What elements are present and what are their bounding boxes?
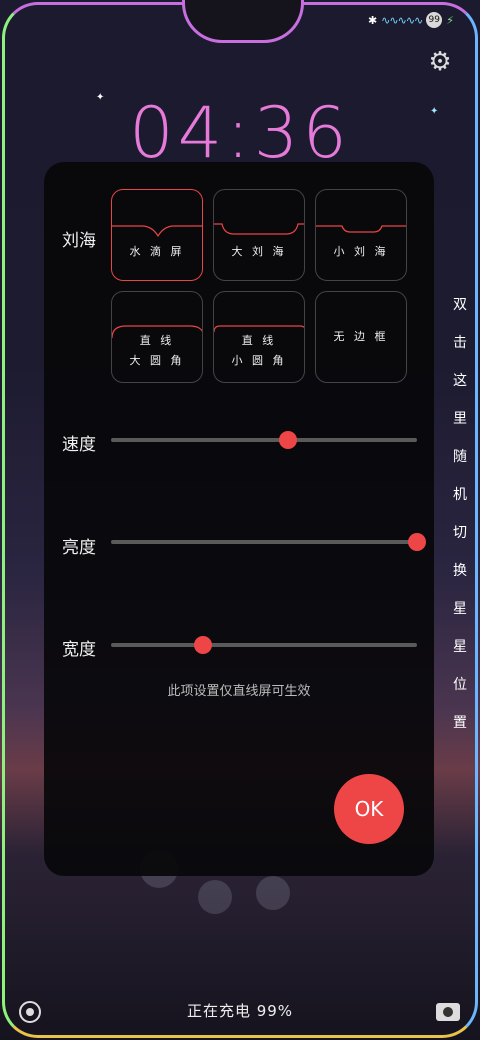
option-label-group: 直 线 小 圆 角 [232, 331, 287, 371]
battery-badge: 99 [426, 12, 443, 28]
hint-char: 位 [453, 677, 467, 693]
width-slider-knob[interactable] [193, 636, 212, 654]
small-notch-shape-icon [316, 225, 406, 233]
random-star-hint[interactable]: 双 击 这 里 随 机 切 换 星 星 位 置 [440, 296, 480, 732]
hint-char: 机 [453, 487, 467, 503]
bokeh-dot [256, 876, 290, 910]
option-straight-small-corner[interactable]: 直 线 小 圆 角 [213, 291, 305, 383]
camera-icon[interactable] [436, 1003, 460, 1021]
option-label: 无 边 框 [333, 330, 389, 343]
option-borderless[interactable]: 无 边 框 [315, 291, 407, 383]
hint-char: 置 [453, 715, 467, 731]
charging-bolt-icon: ⚡ [446, 13, 454, 27]
waterdrop-shape-icon [112, 225, 202, 238]
charging-status: 正在充电 99% [186, 1002, 294, 1020]
option-label: 水 滴 屏 [129, 245, 185, 258]
option-large-notch[interactable]: 大 刘 海 [213, 189, 305, 281]
option-waterdrop[interactable]: 水 滴 屏 [111, 189, 203, 281]
hint-char: 里 [453, 411, 467, 427]
bokeh-dot [198, 880, 232, 914]
width-hint-text: 此项设置仅直线屏可生效 [167, 684, 311, 699]
hint-char: 这 [453, 373, 467, 389]
option-label: 小 刘 海 [333, 245, 389, 258]
large-notch-shape-icon [214, 223, 304, 235]
brightness-label: 亮度 [62, 538, 96, 558]
notch-label: 刘海 [62, 231, 96, 251]
settings-panel: 刘海 水 滴 屏 大 刘 海 小 刘 海 直 线 大 圆 角 直 线 小 圆 角… [44, 162, 434, 876]
brightness-slider[interactable] [111, 533, 426, 551]
option-straight-large-corner[interactable]: 直 线 大 圆 角 [111, 291, 203, 383]
speed-slider-knob[interactable] [279, 431, 298, 449]
hint-char: 星 [453, 601, 467, 617]
speed-slider[interactable] [111, 431, 417, 449]
width-label: 宽度 [62, 640, 96, 660]
hint-char: 双 [453, 297, 467, 313]
option-small-notch[interactable]: 小 刘 海 [315, 189, 407, 281]
hint-char: 换 [453, 563, 467, 579]
hint-char: 星 [453, 639, 467, 655]
bluetooth-icon: ✱ [367, 13, 378, 27]
width-slider[interactable] [111, 636, 417, 654]
gear-icon[interactable]: ⚙ [426, 48, 454, 76]
speed-label: 速度 [62, 435, 96, 455]
option-label: 大 圆 角 [129, 354, 185, 367]
ok-button[interactable]: OK [334, 774, 404, 844]
option-label: 小 圆 角 [231, 354, 287, 367]
hint-char: 随 [453, 449, 467, 465]
option-label: 大 刘 海 [231, 245, 287, 258]
network-wave: ∿∿∿∿∿ [381, 13, 423, 27]
option-label-group: 直 线 大 圆 角 [130, 331, 185, 371]
hint-char: 切 [453, 525, 467, 541]
option-label: 直 线 [241, 334, 277, 347]
option-label: 直 线 [139, 334, 175, 347]
status-bar: ✱ ∿∿∿∿∿ 99 ⚡ [368, 12, 454, 28]
hint-char: 击 [453, 335, 467, 351]
notch-outline [182, 0, 304, 43]
brightness-slider-knob[interactable] [408, 533, 426, 551]
